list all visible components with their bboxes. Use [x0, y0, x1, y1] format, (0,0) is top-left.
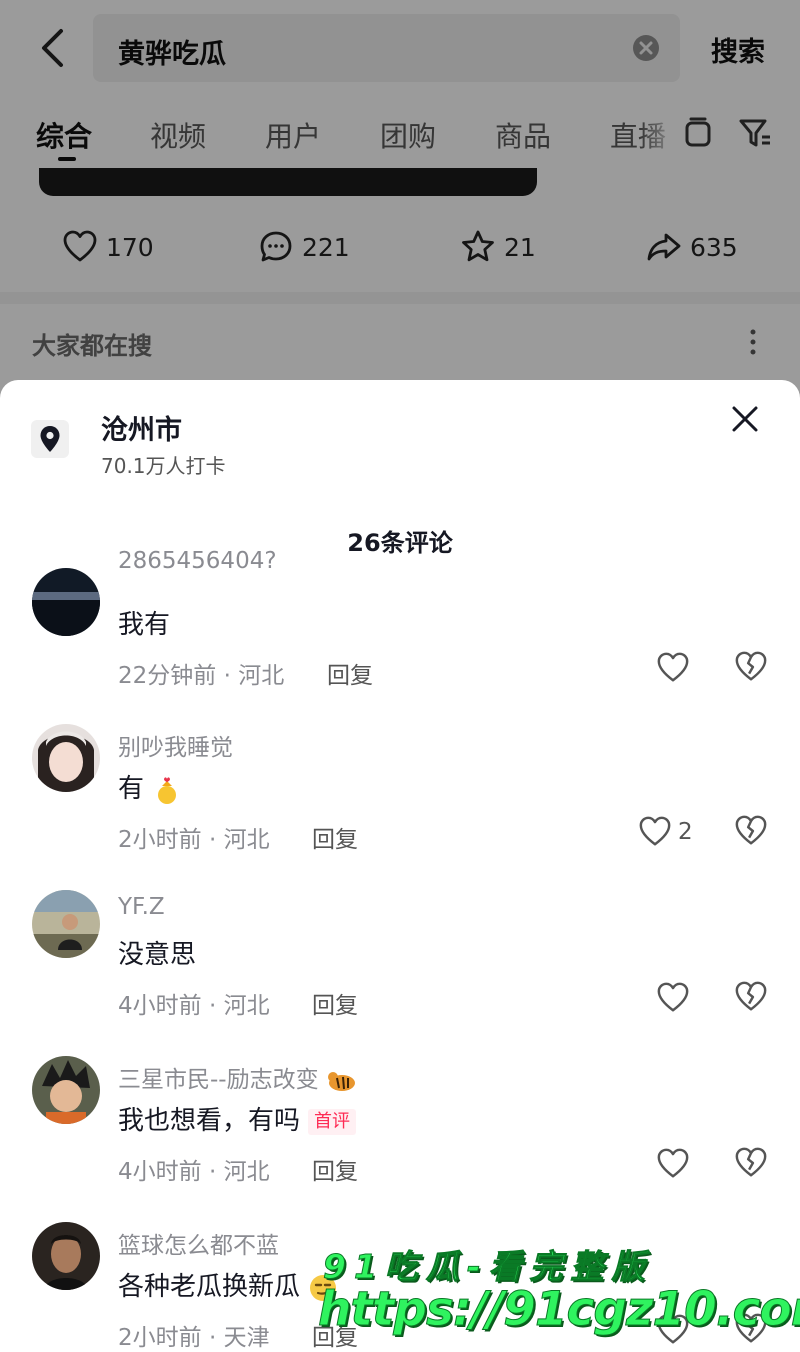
- broken-heart-icon: [735, 651, 767, 681]
- avatar[interactable]: [32, 1222, 100, 1290]
- comment-username[interactable]: 三星市民--励志改变: [118, 1060, 357, 1094]
- heart-outline-icon: [639, 816, 671, 846]
- comment-meta: 2小时前 · 河北: [118, 827, 270, 853]
- broken-heart-icon: [735, 981, 767, 1011]
- reply-button[interactable]: 回复: [327, 656, 373, 690]
- like-button[interactable]: 2: [638, 814, 693, 850]
- avatar[interactable]: [32, 890, 100, 958]
- comment-item: 三星市民--励志改变 我也想看，有吗 首评 4小时前 · 河北 回复: [0, 1056, 800, 1216]
- comment-meta: 22分钟前 · 河北: [118, 663, 285, 689]
- comment-text: 我有: [118, 610, 171, 640]
- dislike-button[interactable]: [734, 814, 768, 850]
- avatar[interactable]: [32, 724, 100, 792]
- location-icon-box: [31, 420, 69, 458]
- broken-heart-icon: [735, 815, 767, 845]
- comment-meta: 2小时前 · 天津: [118, 1325, 270, 1351]
- broken-heart-icon: [735, 1147, 767, 1177]
- comment-item: 别吵我睡觉 有 2小时前 · 河北 回复 2: [0, 724, 800, 884]
- location-pin-icon: [40, 426, 60, 452]
- comment-username-text: 三星市民--励志改变: [118, 1067, 319, 1093]
- dislike-button[interactable]: [734, 1146, 768, 1182]
- comment-username[interactable]: 2865456404?: [118, 548, 277, 574]
- reply-button[interactable]: 回复: [312, 986, 358, 1020]
- comment-like-count: 2: [678, 819, 693, 845]
- comment-item: YF.Z 没意思 4小时前 · 河北 回复: [0, 890, 800, 1050]
- comment-text: 没意思: [118, 940, 197, 970]
- like-button[interactable]: [656, 980, 690, 1016]
- comment-item: 2865456404? 我有 22分钟前 · 河北 回复: [0, 548, 800, 720]
- avatar-image: [32, 1056, 100, 1124]
- comment-username[interactable]: 篮球怎么都不蓝: [118, 1226, 279, 1260]
- avatar[interactable]: [32, 1056, 100, 1124]
- comment-text: 有: [118, 768, 182, 805]
- comment-meta: 4小时前 · 河北: [118, 1159, 270, 1185]
- avatar-image: [32, 724, 100, 792]
- dislike-button[interactable]: [734, 650, 768, 686]
- avatar-image: [32, 568, 100, 636]
- comment-text: 我也想看，有吗 首评: [118, 1100, 357, 1137]
- comment-text: 各种老瓜换新瓜: [118, 1266, 338, 1303]
- fortune-bag-emoji: [158, 776, 177, 804]
- reply-button[interactable]: 回复: [312, 820, 358, 854]
- like-button[interactable]: [656, 1146, 690, 1182]
- avatar[interactable]: [32, 568, 100, 636]
- like-button[interactable]: [656, 650, 690, 686]
- heart-outline-icon: [657, 1148, 689, 1178]
- avatar-image: [32, 890, 100, 958]
- location-name[interactable]: 沧州市: [101, 408, 182, 447]
- avatar-image: [32, 1222, 100, 1290]
- reply-button[interactable]: 回复: [312, 1152, 358, 1186]
- comment-text-content: 各种老瓜换新瓜: [118, 1272, 301, 1302]
- comment-username[interactable]: YF.Z: [118, 894, 165, 920]
- heart-outline-icon: [657, 652, 689, 682]
- close-icon[interactable]: [730, 404, 760, 434]
- tiger-emoji: [327, 1071, 355, 1091]
- location-checkins: 70.1万人打卡: [101, 454, 226, 478]
- comment-text-content: 有: [118, 774, 145, 804]
- comment-sheet: 沧州市 70.1万人打卡 26条评论 2865456404? 我有 22分钟前 …: [0, 380, 800, 1352]
- comment-username[interactable]: 别吵我睡觉: [118, 728, 233, 762]
- heart-outline-icon: [657, 982, 689, 1012]
- dislike-button[interactable]: [734, 980, 768, 1016]
- watermark-title: 91吃瓜-看完整版: [323, 1247, 653, 1287]
- first-comment-badge: 首评: [308, 1108, 357, 1135]
- watermark-url: https://91cgz10.com: [318, 1282, 800, 1338]
- comment-text-content: 我也想看，有吗: [118, 1106, 301, 1136]
- comment-meta: 4小时前 · 河北: [118, 993, 270, 1019]
